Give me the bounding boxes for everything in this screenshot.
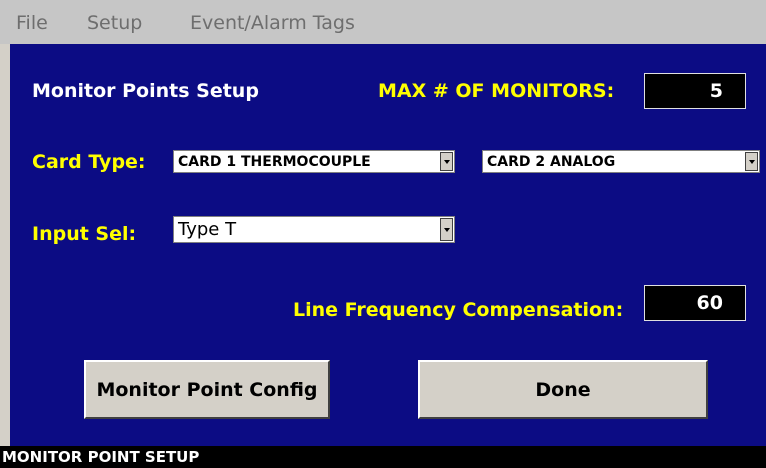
max-monitors-label: MAX # OF MONITORS: [378,80,615,102]
menu-setup[interactable]: Setup [87,14,142,33]
chevron-down-icon[interactable] [745,152,758,171]
monitor-point-config-button[interactable]: Monitor Point Config [84,360,330,419]
menu-event-alarm-tags[interactable]: Event/Alarm Tags [190,14,355,33]
line-frequency-field[interactable]: 60 [644,285,746,321]
input-sel-label: Input Sel: [32,223,137,245]
chevron-down-icon[interactable] [440,152,453,171]
input-sel-select[interactable]: Type T [173,216,455,243]
card2-type-select[interactable]: CARD 2 ANALOG [482,150,760,173]
card1-type-select[interactable]: CARD 1 THERMOCOUPLE [173,150,455,173]
card1-type-value: CARD 1 THERMOCOUPLE [178,154,371,170]
line-frequency-label: Line Frequency Compensation: [293,299,624,321]
card2-type-value: CARD 2 ANALOG [487,154,616,170]
done-button[interactable]: Done [418,360,708,419]
menu-bar: File Setup Event/Alarm Tags [0,0,766,44]
page-title: Monitor Points Setup [32,80,259,102]
status-bar: MONITOR POINT SETUP [0,446,766,468]
setup-panel: Monitor Points Setup MAX # OF MONITORS: … [10,44,766,446]
chevron-down-icon[interactable] [440,218,453,241]
input-sel-value: Type T [178,219,237,240]
monitor-points-setup-screen: File Setup Event/Alarm Tags Monitor Poin… [0,0,766,468]
card-type-label: Card Type: [32,151,146,173]
menu-file[interactable]: File [16,14,48,33]
max-monitors-field[interactable]: 5 [644,73,746,109]
